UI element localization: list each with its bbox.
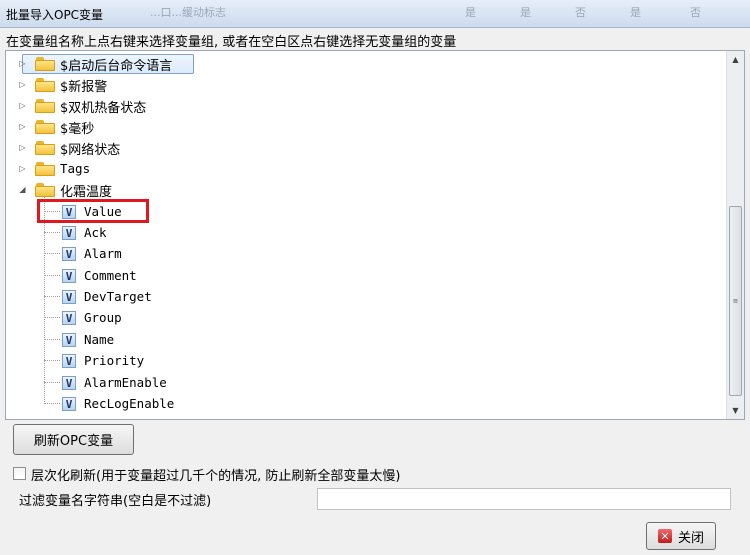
tree-variable-label: Name — [84, 332, 115, 347]
tree-group-label: 化霜温度 — [60, 185, 113, 200]
background-ghost-text: 是 — [520, 6, 531, 19]
tree-connector-line — [44, 275, 60, 276]
tree-group-item[interactable]: ▷ $启动后台命令语言 — [6, 53, 206, 74]
close-button[interactable]: ✕ 关闭 — [646, 522, 716, 550]
tree-group-item[interactable]: ▷ $双机热备状态 — [6, 95, 206, 116]
variable-icon: V — [62, 247, 76, 261]
variable-tree[interactable]: ▷ $启动后台命令语言 ▷ $新报警 ▷ $双机热备状态 ▷ $毫秒 ▷ $网络… — [5, 50, 745, 420]
scroll-up-icon[interactable]: ▲ — [727, 51, 744, 68]
hierarchical-refresh-label: 层次化刷新(用于变量超过几千个的情况, 防止刷新全部变量太慢) — [31, 469, 401, 484]
variable-icon: V — [62, 333, 76, 347]
folder-icon — [35, 141, 55, 155]
tree-connector-line — [44, 317, 60, 318]
tree-variable-item[interactable]: V Ack — [6, 222, 206, 243]
filter-input[interactable] — [317, 488, 731, 510]
variable-icon: V — [62, 311, 76, 325]
tree-variable-label: Group — [84, 310, 122, 325]
expand-arrow-icon[interactable]: ▷ — [18, 59, 27, 68]
variable-icon: V — [62, 290, 76, 304]
tree-connector-line — [44, 296, 60, 297]
background-ghost-text: 否 — [575, 6, 586, 19]
tree-group-item[interactable]: ▷ $新报警 — [6, 74, 206, 95]
background-ghost-text: 是 — [465, 6, 476, 19]
tree-variable-item[interactable]: V RecLogEnable — [6, 393, 206, 414]
tree-variable-label: Ack — [84, 225, 107, 240]
expand-arrow-icon[interactable]: ▷ — [18, 122, 27, 131]
tree-variable-item[interactable]: V Priority — [6, 350, 206, 371]
tree-group-item[interactable]: ◢ 化霜温度 — [6, 179, 206, 200]
variable-icon: V — [62, 397, 76, 411]
folder-icon — [35, 78, 55, 92]
close-icon: ✕ — [657, 529, 672, 543]
tree-variable-item[interactable]: V Alarm — [6, 243, 206, 264]
tree-group-label: $网络状态 — [60, 143, 121, 158]
background-ghost-text: 否 — [690, 6, 701, 19]
folder-icon — [35, 120, 55, 134]
tree-scrollbar[interactable]: ▲ ≡ ▼ — [726, 51, 744, 419]
variable-icon: V — [62, 354, 76, 368]
tree-group-item[interactable]: ▷ Tags — [6, 158, 206, 179]
scroll-thumb[interactable]: ≡ — [729, 206, 742, 396]
filter-label: 过滤变量名字符串(空白是不过滤) — [19, 494, 212, 509]
close-button-label: 关闭 — [677, 530, 704, 546]
tree-group-label: $启动后台命令语言 — [60, 59, 173, 74]
tree-connector-line — [44, 360, 60, 361]
tree-group-label: $新报警 — [60, 80, 108, 95]
instruction-text: 在变量组名称上点右键来选择变量组, 或者在空白区点右键选择无变量组的变量 — [6, 35, 457, 50]
tree-variable-item[interactable]: V Comment — [6, 265, 206, 286]
tree-variable-item[interactable]: V AlarmEnable — [6, 372, 206, 393]
collapse-arrow-icon[interactable]: ◢ — [18, 185, 27, 194]
tree-group-item[interactable]: ▷ $毫秒 — [6, 116, 206, 137]
expand-arrow-icon[interactable]: ▷ — [18, 101, 27, 110]
tree-group-label: $双机热备状态 — [60, 101, 147, 116]
background-ghost-text: ...口...缓动标志 — [150, 6, 226, 19]
expand-arrow-icon[interactable]: ▷ — [18, 143, 27, 152]
tree-variable-label: Comment — [84, 268, 137, 283]
background-ghost-text: 是 — [630, 6, 641, 19]
tree-connector-line — [44, 403, 60, 404]
tree-variable-label: Priority — [84, 353, 145, 368]
tree-group-label: $毫秒 — [60, 122, 95, 137]
expand-arrow-icon[interactable]: ▷ — [18, 164, 27, 173]
variable-icon: V — [62, 226, 76, 240]
variable-icon: V — [62, 376, 76, 390]
window-title: 批量导入OPC变量 — [6, 8, 104, 22]
variable-icon: V — [62, 269, 76, 283]
tree-connector-line — [44, 339, 60, 340]
title-bar: 批量导入OPC变量 ...口...缓动标志 是 是 否 是 否 — [0, 0, 750, 28]
tree-connector-line — [44, 382, 60, 383]
tree-variable-item[interactable]: V Name — [6, 329, 206, 350]
tree-variable-item[interactable]: V DevTarget — [6, 286, 206, 307]
scroll-down-icon[interactable]: ▼ — [727, 402, 744, 419]
folder-icon — [35, 99, 55, 113]
expand-arrow-icon[interactable]: ▷ — [18, 80, 27, 89]
tree-variable-label: AlarmEnable — [84, 375, 167, 390]
refresh-opc-button[interactable]: 刷新OPC变量 — [13, 424, 134, 455]
tree-variable-label: Alarm — [84, 246, 122, 261]
folder-open-icon — [35, 183, 55, 197]
tree-group-label: Tags — [60, 161, 91, 176]
folder-icon — [35, 162, 55, 176]
tree-connector-line — [44, 253, 60, 254]
tree-variable-label: DevTarget — [84, 289, 152, 304]
tree-group-item[interactable]: ▷ $网络状态 — [6, 137, 206, 158]
highlight-annotation-box — [37, 199, 149, 223]
hierarchical-refresh-checkbox[interactable] — [13, 467, 26, 480]
folder-icon — [35, 57, 55, 71]
tree-variable-label: RecLogEnable — [84, 396, 175, 411]
tree-connector-line — [44, 232, 60, 233]
tree-variable-item[interactable]: V Group — [6, 307, 206, 328]
